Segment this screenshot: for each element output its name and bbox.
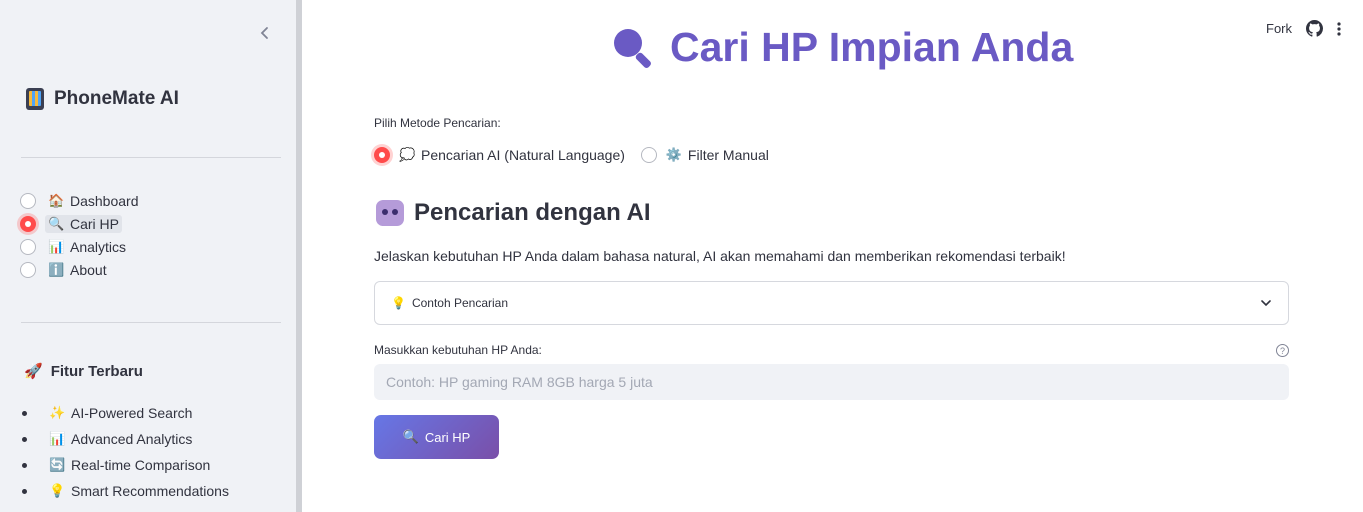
sidebar-divider (21, 157, 281, 158)
expander-label: Contoh Pencarian (411, 296, 509, 310)
sidebar: PhoneMate AI 🏠 Dashboard 🔍 Cari HP 📊 Ana… (0, 0, 296, 512)
search-button-label: Cari HP (424, 429, 471, 445)
fork-button[interactable]: Fork (1266, 21, 1292, 36)
sidebar-nav: 🏠 Dashboard 🔍 Cari HP 📊 Analytics ℹ️ Abo… (20, 189, 142, 281)
nav-item-about[interactable]: ℹ️ About (20, 258, 142, 281)
page-title: Cari HP Impian Anda (610, 24, 1073, 71)
method-option-ai[interactable]: 💭 Pencarian AI (Natural Language) (374, 147, 625, 163)
mobile-phone-icon (26, 88, 44, 110)
method-radio-ai[interactable] (374, 147, 390, 163)
page-title-text: Cari HP Impian Anda (670, 24, 1074, 70)
section-heading: Pencarian dengan AI (376, 199, 651, 227)
search-button[interactable]: 🔍 Cari HP (374, 415, 499, 459)
section-description: Jelaskan kebutuhan HP Anda dalam bahasa … (374, 248, 1066, 264)
method-label-manual: Filter Manual (687, 147, 769, 163)
features-title: Fitur Terbaru (50, 362, 143, 380)
input-label: Masukkan kebutuhan HP Anda: (374, 343, 542, 357)
gear-icon: ⚙️ (665, 147, 683, 162)
thought-bubble-icon: 💭 (399, 147, 416, 162)
nav-item-analytics[interactable]: 📊 Analytics (20, 235, 142, 258)
more-options-icon[interactable] (1337, 21, 1341, 36)
collapse-sidebar-button[interactable] (254, 22, 276, 44)
nav-radio-cari-hp[interactable] (20, 215, 36, 232)
sidebar-divider (21, 322, 281, 323)
section-title: Pencarian dengan AI (414, 199, 651, 226)
features-heading: 🚀 Fitur Terbaru (24, 362, 143, 381)
nav-radio-about[interactable] (20, 261, 36, 278)
bar-chart-icon: 📊 (49, 431, 66, 446)
method-radio-manual[interactable] (640, 147, 657, 163)
bullet (22, 462, 27, 468)
app-name: PhoneMate AI (54, 88, 179, 109)
method-label-ai: Pencarian AI (Natural Language) (421, 147, 625, 163)
feature-label: AI-Powered Search (71, 405, 193, 421)
robot-icon (376, 200, 404, 226)
feature-label: Real-time Comparison (71, 457, 211, 473)
list-item: 📊 Advanced Analytics (22, 426, 229, 452)
list-item: 🔄 Real-time Comparison (22, 452, 229, 478)
top-toolbar: Fork (1266, 20, 1341, 37)
method-label: Pilih Metode Pencarian: (374, 116, 501, 130)
lightbulb-icon: 💡 (391, 296, 406, 310)
search-method-radio-group: 💭 Pencarian AI (Natural Language) ⚙️ Fil… (374, 147, 769, 163)
method-option-manual[interactable]: ⚙️ Filter Manual (640, 147, 769, 163)
bar-chart-icon: 📊 (48, 238, 65, 254)
chevron-down-icon (1261, 300, 1271, 307)
chevron-left-icon (260, 27, 268, 39)
nav-item-cari-hp[interactable]: 🔍 Cari HP (20, 212, 142, 235)
list-item: 💡 Smart Recommendations (22, 478, 229, 504)
help-icon[interactable]: ? (1276, 344, 1289, 357)
list-item: ✨ AI-Powered Search (22, 400, 229, 426)
magnifier-icon (614, 28, 651, 68)
bullet (22, 410, 27, 416)
sparkles-icon: ✨ (49, 405, 66, 420)
sidebar-scrollbar[interactable] (296, 0, 302, 512)
nav-label-dashboard: Dashboard (70, 192, 139, 209)
refresh-icon: 🔄 (49, 457, 66, 472)
nav-label-cari-hp: Cari HP (70, 215, 120, 232)
feature-label: Smart Recommendations (71, 483, 229, 499)
magnifier-icon: 🔍 (48, 215, 65, 231)
bullet (22, 436, 27, 442)
rocket-icon: 🚀 (24, 363, 43, 380)
nav-label-analytics: Analytics (70, 238, 127, 255)
features-list: ✨ AI-Powered Search 📊 Advanced Analytics 🔄… (22, 400, 229, 504)
github-icon[interactable] (1306, 20, 1323, 37)
house-icon: 🏠 (48, 192, 65, 208)
needs-input[interactable] (374, 364, 1289, 400)
nav-radio-dashboard[interactable] (20, 192, 36, 209)
nav-item-dashboard[interactable]: 🏠 Dashboard (20, 189, 142, 212)
app-brand: PhoneMate AI (26, 88, 179, 110)
nav-radio-analytics[interactable] (20, 238, 36, 255)
lightbulb-icon: 💡 (49, 483, 66, 498)
magnifier-icon: 🔍 (402, 429, 419, 444)
bullet (22, 488, 27, 494)
feature-label: Advanced Analytics (71, 431, 193, 447)
examples-expander[interactable]: 💡 Contoh Pencarian (374, 281, 1289, 325)
info-icon: ℹ️ (48, 261, 65, 277)
nav-label-about: About (70, 261, 107, 278)
